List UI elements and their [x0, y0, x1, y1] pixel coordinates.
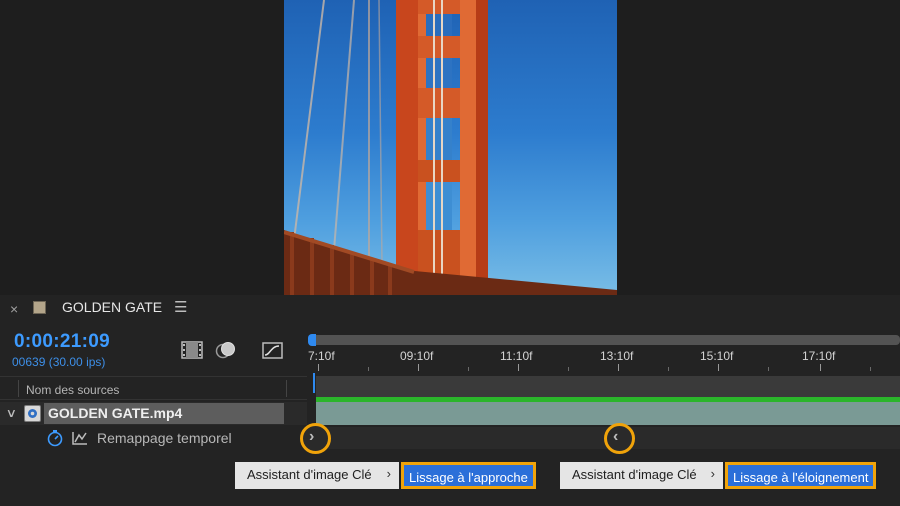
column-divider[interactable] [18, 380, 19, 397]
stopwatch-icon[interactable] [46, 429, 64, 447]
ruler-tick [820, 364, 821, 371]
layer-name: GOLDEN GATE.mp4 [48, 405, 183, 421]
composition-viewer [0, 0, 900, 295]
ruler-minor-tick [768, 367, 769, 371]
layer-column-header: Nom des sources [0, 376, 307, 400]
ruler-label: 09:10f [400, 349, 434, 363]
keyframe-assistant-menu-1: Assistant d'image Clé › Lissage à l'appr… [235, 462, 536, 489]
source-name-column[interactable]: Nom des sources [26, 383, 119, 397]
ruler-minor-tick [870, 367, 871, 371]
video-frame [284, 0, 617, 295]
menu-item-label: Assistant d'image Clé [572, 467, 697, 482]
layer-name-field[interactable]: GOLDEN GATE.mp4 [44, 403, 284, 424]
time-remap-property: Remappage temporel [97, 430, 232, 446]
close-icon[interactable]: × [10, 301, 18, 317]
current-time-indicator[interactable] [313, 373, 315, 393]
column-divider[interactable] [286, 380, 287, 397]
keyframe-start[interactable]: › [300, 423, 331, 454]
work-area-start-handle[interactable] [308, 334, 316, 346]
ruler-tick [518, 364, 519, 371]
timeline-tab[interactable]: × GOLDEN GATE ☰ [0, 295, 900, 323]
ruler-label: 15:10f [700, 349, 734, 363]
keyframe-assistant-menu-2: Assistant d'image Clé › Lissage à l'éloi… [560, 462, 877, 489]
menu-item-keyframe-assistant[interactable]: Assistant d'image Clé › [235, 462, 399, 489]
ruler-minor-tick [668, 367, 669, 371]
chevron-down-icon[interactable]: ∨ [6, 406, 17, 420]
work-area-bar[interactable] [310, 335, 900, 345]
layer-row[interactable]: ∨ GOLDEN GATE.mp4 [0, 402, 307, 425]
easy-ease-in-icon: › [309, 428, 315, 445]
composition-title: GOLDEN GATE [62, 299, 163, 315]
current-time-display[interactable]: 0:00:21:09 [14, 331, 110, 353]
footage-icon [24, 405, 41, 422]
ruler-label: 11:10f [500, 349, 533, 363]
chevron-right-icon: › [710, 466, 715, 481]
film-icon[interactable] [181, 341, 203, 359]
motion-blur-icon[interactable] [215, 341, 237, 359]
ruler-label: 13:10f [600, 349, 634, 363]
golden-gate-tower-image [284, 0, 617, 295]
property-row[interactable]: Remappage temporel [0, 427, 307, 449]
ruler-label: 17:10f [802, 349, 836, 363]
ruler-tick [618, 364, 619, 371]
layer-track[interactable] [316, 402, 900, 425]
easy-ease-out-icon: ‹ [613, 428, 619, 445]
frame-count: 00639 (30.00 ips) [12, 355, 106, 369]
menu-item-easy-ease-out[interactable]: Lissage à l'éloignement [725, 462, 877, 489]
graph-icon[interactable] [71, 430, 89, 446]
ruler-label: 7:10f [308, 349, 335, 363]
keyframe-end[interactable]: ‹ [604, 423, 635, 454]
menu-item-keyframe-assistant[interactable]: Assistant d'image Clé › [560, 462, 723, 489]
panel-menu-icon[interactable]: ☰ [174, 298, 187, 316]
ruler-tick [318, 364, 319, 371]
ruler-tick [718, 364, 719, 371]
menu-item-easy-ease-in[interactable]: Lissage à l'approche [401, 462, 536, 489]
ruler-minor-tick [368, 367, 369, 371]
graph-editor-icon[interactable] [262, 341, 284, 359]
composition-color-swatch [33, 301, 46, 314]
chevron-right-icon: › [386, 466, 391, 481]
ruler-minor-tick [568, 367, 569, 371]
ruler-minor-tick [468, 367, 469, 371]
time-ruler[interactable]: 7:10f 09:10f 11:10f 13:10f 15:10f 17:10f [308, 331, 900, 371]
ruler-tick [418, 364, 419, 371]
menu-item-label: Assistant d'image Clé [247, 467, 372, 482]
